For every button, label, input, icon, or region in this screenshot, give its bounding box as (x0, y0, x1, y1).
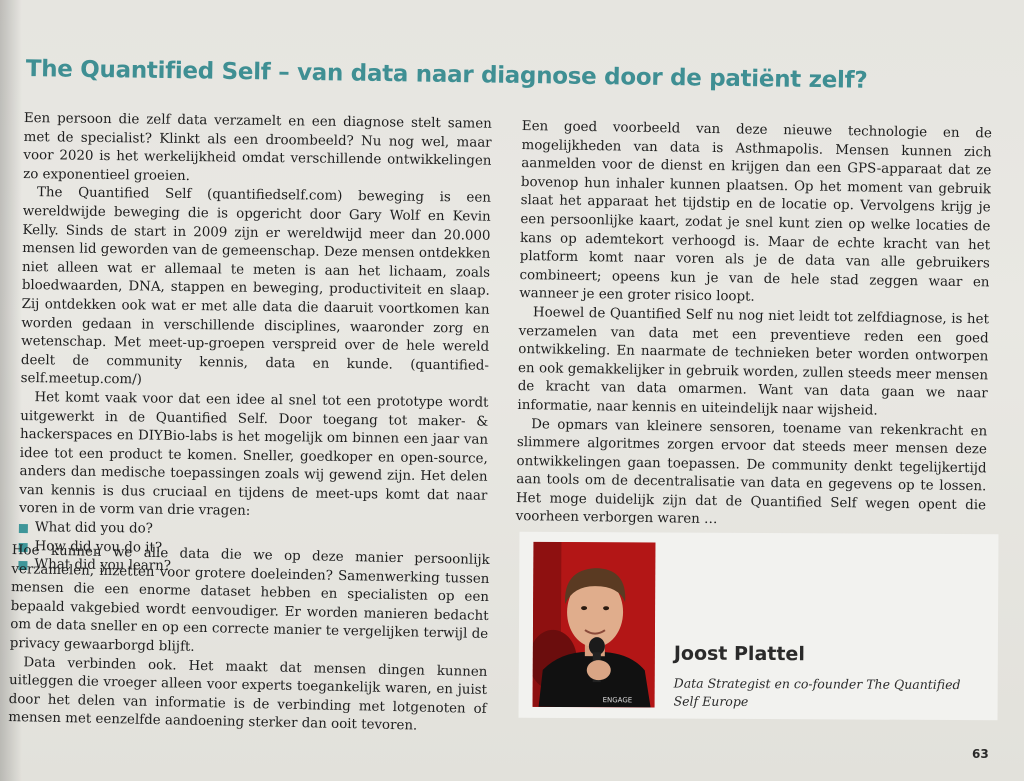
body-paragraph: De opmars van kleinere sensoren, toename… (515, 416, 988, 528)
body-paragraph: Data verbinden ook. Het maakt dat mensen… (8, 654, 488, 734)
intro-paragraph: Een persoon die zelf data verzamelt en e… (23, 110, 492, 184)
person-photo: ENGAGE (532, 541, 656, 708)
person-name: Joost Plattel (673, 642, 805, 666)
shirt-text: ENGAGE (603, 696, 633, 704)
list-item-text: What did you do? (34, 520, 153, 537)
person-role: Data Strategist en co-founder The Quanti… (673, 675, 961, 709)
bullet-square-icon (18, 524, 28, 534)
page-number: 63 (972, 747, 989, 761)
right-column: Een goed voorbeeld van deze nieuwe techn… (516, 118, 992, 534)
person-photo-icon: ENGAGE (532, 541, 656, 708)
body-paragraph: Een goed voorbeeld van deze nieuwe techn… (519, 118, 992, 306)
magazine-page: The Quantified Self – van data naar diag… (0, 0, 1024, 781)
bottom-left-column: Hoe kunnen we alle data die we op deze m… (8, 542, 490, 738)
body-paragraph: Hoe kunnen we alle data die we op deze m… (9, 542, 490, 655)
body-paragraph: The Quantified Self (quantifiedself.com)… (20, 185, 492, 388)
body-paragraph: Het komt vaak voor dat een idee al snel … (19, 390, 489, 520)
left-column: Een persoon die zelf data verzamelt en e… (18, 110, 492, 581)
profile-box: ENGAGE Joost Plattel Data Strategist en … (518, 531, 999, 721)
body-paragraph: Hoewel de Quantified Self nu nog niet le… (517, 305, 990, 419)
article-title: The Quantified Self – van data naar diag… (25, 56, 868, 94)
